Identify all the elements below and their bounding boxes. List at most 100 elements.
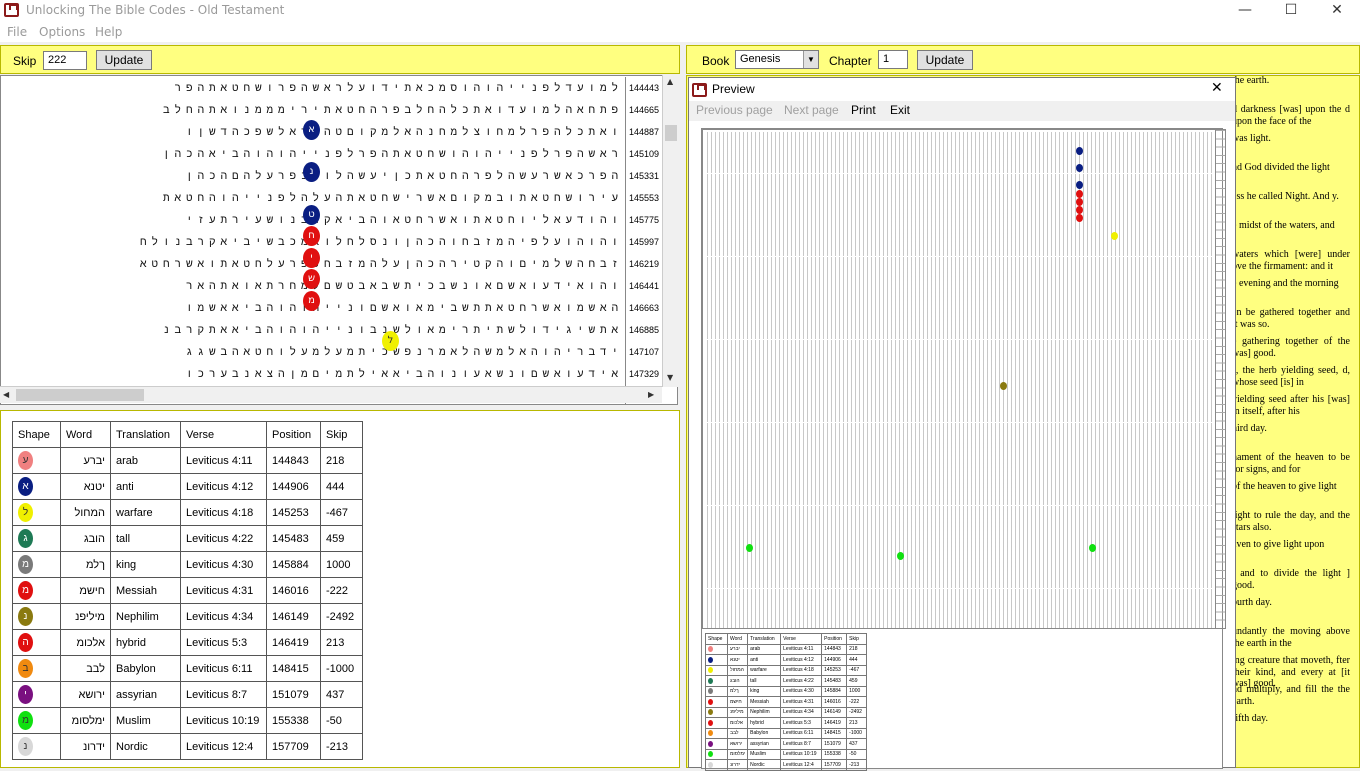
close-button[interactable]: ✕ [1314,0,1360,22]
result-row[interactable]: ה אלכומ hybrid Leviticus 5:3 146419 213 [12,629,363,656]
result-translation: Nordic [110,733,181,760]
result-row[interactable]: ג הובג tall Leviticus 4:22 145483 459 [12,525,363,552]
scripture-verse: e midst of the waters, and [1232,220,1335,231]
scripture-verse: ess he called Night. And y. [1232,191,1339,202]
preview-shape-marker [708,709,713,716]
highlighted-letter[interactable]: ח [303,226,320,246]
result-position: 145483 [266,525,321,552]
preview-grid-line [707,580,1215,589]
highlighted-letter[interactable]: א [303,120,320,140]
scripture-verse: the earth. [1232,75,1270,86]
preview-grid-line [707,215,1215,224]
scroll-left-icon[interactable]: ◀ [3,390,9,399]
preview-verse: Leviticus 5:3 [780,717,823,729]
menu-file[interactable]: File [7,25,27,39]
menu-options[interactable]: Options [39,25,85,39]
result-shape-cell: ב [12,655,61,682]
result-skip: -467 [320,499,363,526]
previous-page-button[interactable]: Previous page [696,103,773,117]
preview-skip: -213 [846,759,868,771]
result-row[interactable]: נ ידרונ Nordic Leviticus 12:4 157709 -213 [12,733,363,760]
preview-grid-line [707,273,1215,282]
grid-row-position: 147329 [625,363,663,385]
result-translation: Babylon [110,655,181,682]
highlighted-letter[interactable]: ט [303,205,320,225]
preview-grid-line [707,132,1215,141]
preview-translation: warfare [747,664,782,676]
grid-horizontal-scrollbar[interactable]: ◀ ▶ [0,386,662,403]
exit-button[interactable]: Exit [890,103,910,117]
grid-row-position: 145997 [625,231,663,253]
vertical-scroll-thumb[interactable] [665,125,677,141]
result-row[interactable]: מ ימלסומ Muslim Leviticus 10:19 155338 -50 [12,707,363,734]
preview-grid-line [707,613,1215,622]
preview-grid-line [707,430,1215,440]
grid-row-letters: אידעואשםונשאעונוהביאאילתמיםמןהצאנבערכו [185,367,623,380]
result-translation: warfare [110,499,181,526]
preview-skip: -2492 [846,706,868,718]
preview-grid-line [707,156,1215,166]
result-row[interactable]: ב לבב Babylon Leviticus 6:11 148415 -1000 [12,655,363,682]
header-shape: Shape [12,421,61,448]
header-skip: Skip [320,421,363,448]
horizontal-scroll-thumb[interactable] [16,389,144,401]
grid-row-position: 144665 [625,99,663,121]
preview-result-row: חישמ Messiah Leviticus 4:31 146016 -222 [705,696,868,708]
chevron-down-icon[interactable]: ▼ [803,51,818,68]
preview-skip: -50 [846,748,868,760]
menu-help[interactable]: Help [95,25,122,39]
preview-word: ידרונ [726,759,749,771]
highlighted-letter[interactable]: י [303,248,320,268]
result-row[interactable]: א יטנא anti Leviticus 4:12 144906 444 [12,473,363,500]
highlighted-letter[interactable]: ל [382,331,399,351]
result-position: 157709 [266,733,321,760]
scroll-up-icon[interactable]: ▲ [667,77,673,86]
preview-position-column [1215,130,1225,628]
result-row[interactable]: מ ךלמ king Leviticus 4:30 145884 1000 [12,551,363,578]
preview-close-icon[interactable]: ✕ [1211,80,1223,96]
preview-translation: arab [747,643,782,655]
maximize-button[interactable]: ☐ [1268,0,1314,22]
result-row[interactable]: ע יברע arab Leviticus 4:11 144843 218 [12,447,363,474]
scroll-down-icon[interactable]: ▼ [667,373,673,382]
grid-row-position: 144443 [625,77,663,99]
result-row[interactable]: ל המחול warfare Leviticus 4:18 145253 -467 [12,499,363,526]
preview-grid-line [707,256,1215,265]
preview-grid-line [707,148,1215,157]
next-page-button[interactable]: Next page [784,103,839,117]
result-row[interactable]: י ירושא assyrian Leviticus 8:7 151079 437 [12,681,363,708]
chapter-input[interactable]: 1 [878,50,908,69]
title-bar: Unlocking The Bible Codes - Old Testamen… [0,0,1360,22]
preview-highlight-dot [746,544,753,552]
minimize-button[interactable]: — [1222,0,1268,22]
preview-result-row: ךלמ king Leviticus 4:30 145884 1000 [705,685,868,697]
preview-shape-marker [708,688,713,695]
preview-translation: Nephilim [747,706,782,718]
result-position: 144906 [266,473,321,500]
header-position: Position [266,421,321,448]
preview-grid-line [707,322,1215,332]
highlighted-letter[interactable]: ש [303,269,320,289]
scroll-right-icon[interactable]: ▶ [648,390,654,399]
letter-grid[interactable]: למועדלפנייהוהוסמכאתידועלראשהפרושחטאתהפר 1… [0,75,678,405]
preview-grid-line [707,165,1215,174]
skip-input[interactable]: 222 [43,51,87,70]
book-select[interactable]: Genesis ▼ [735,50,819,69]
preview-translation: assyrian [747,738,782,750]
preview-skip: 218 [846,643,868,655]
scripture-verse: ourth day. [1232,597,1272,608]
highlighted-letter[interactable]: מ [303,291,320,311]
result-row[interactable]: נ מיליפנ Nephilim Leviticus 4:34 146149 -2492 [12,603,363,630]
highlighted-letter[interactable]: נ [303,162,320,182]
preview-translation: Nordic [747,759,782,771]
result-shape-cell: ע [12,447,61,474]
result-row[interactable]: מ חישמ Messiah Leviticus 4:31 146016 -222 [12,577,363,604]
results-panel: Shape Word Translation Verse Position Sk… [0,410,680,768]
skip-update-button[interactable]: Update [96,50,152,70]
preview-verse: Leviticus 4:22 [780,675,823,687]
grid-vertical-scrollbar[interactable]: ▲ ▼ [662,75,678,387]
print-button[interactable]: Print [851,103,876,117]
preview-verse: Leviticus 4:12 [780,654,823,666]
chapter-update-button[interactable]: Update [917,50,973,70]
scripture-verse: fifth day. [1232,713,1269,724]
